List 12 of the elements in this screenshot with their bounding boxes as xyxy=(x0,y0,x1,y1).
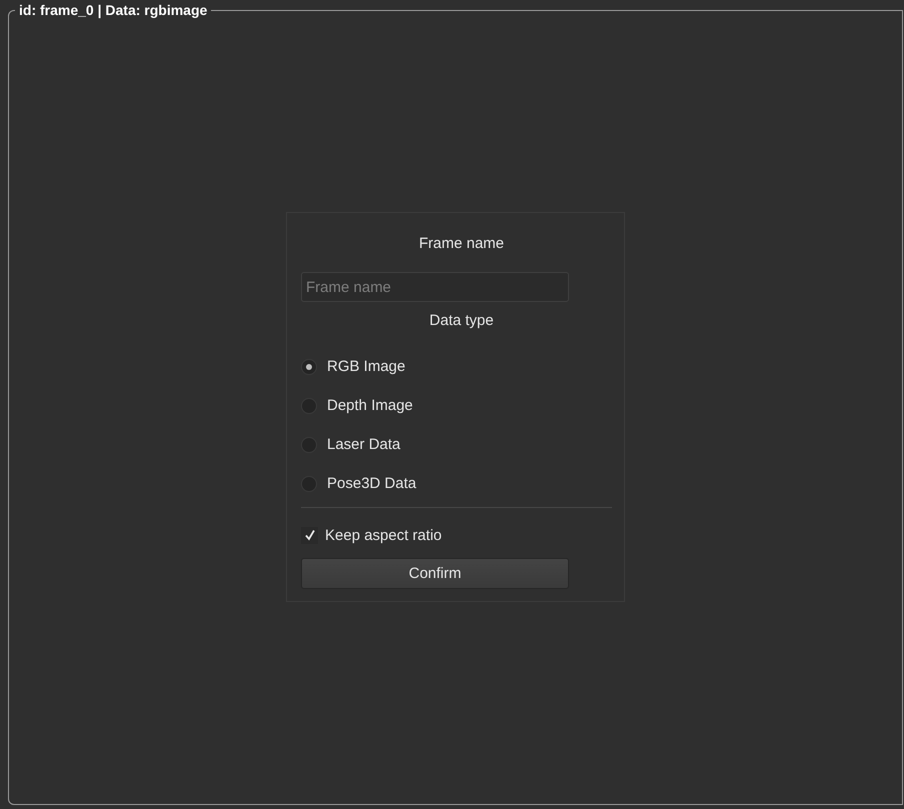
radio-label[interactable]: Depth Image xyxy=(327,397,413,414)
frame-title: id: frame_0 | Data: rgbimage xyxy=(18,2,208,18)
frame-name-label: Frame name xyxy=(418,235,506,252)
checkbox[interactable] xyxy=(301,526,318,544)
frame-name-field[interactable]: Frame name xyxy=(301,272,569,302)
radio-label[interactable]: RGB Image xyxy=(327,358,406,375)
radio-button[interactable] xyxy=(301,358,317,374)
checkbox-label[interactable]: Keep aspect ratio xyxy=(325,526,442,544)
radio-label[interactable]: Pose3D Data xyxy=(327,475,416,492)
radio-label[interactable]: Laser Data xyxy=(327,436,400,453)
confirm-button[interactable]: Confirm xyxy=(301,558,569,589)
data-type-label: Data type xyxy=(428,312,495,329)
